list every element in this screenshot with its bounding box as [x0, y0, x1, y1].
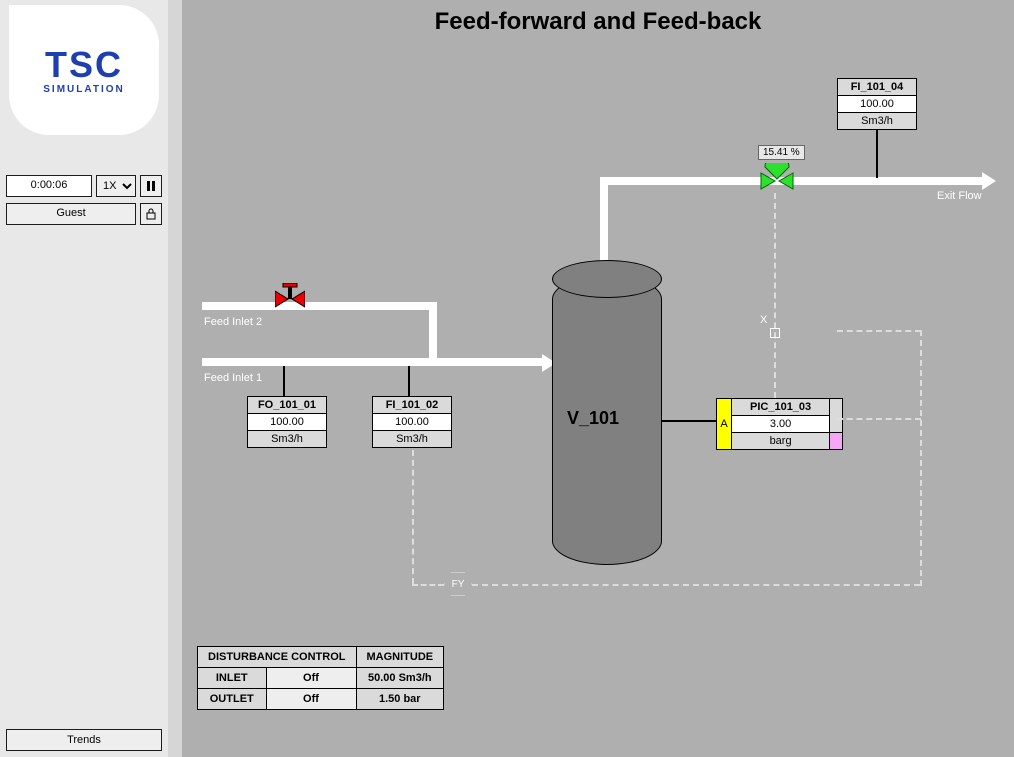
- user-button[interactable]: Guest: [6, 203, 136, 225]
- pic-right-flag: [830, 399, 842, 449]
- signal-line: [412, 584, 444, 586]
- tag-fi-101-04[interactable]: FI_101_04 100.00 Sm3/h: [837, 78, 917, 130]
- vessel-label: V_101: [567, 408, 619, 429]
- valve-green[interactable]: [757, 163, 797, 198]
- valve-percent: 15.41 %: [758, 145, 805, 160]
- dist-hdr2: MAGNITUDE: [356, 647, 444, 668]
- tag-name: FI_101_02: [373, 397, 451, 414]
- sidebar-drag-handle[interactable]: [168, 0, 182, 757]
- tag-unit: barg: [732, 433, 829, 449]
- tag-name: FI_101_04: [838, 79, 916, 96]
- dist-hdr1: DISTURBANCE CONTROL: [198, 647, 357, 668]
- dist-outlet-toggle[interactable]: Off: [266, 689, 356, 710]
- table-row: DISTURBANCE CONTROL MAGNITUDE: [198, 647, 444, 668]
- signal-line: [837, 418, 921, 420]
- dist-mag: 1.50 bar: [356, 689, 444, 710]
- pic-a-flag: A: [717, 399, 731, 449]
- label-exit: Exit Flow: [937, 190, 982, 202]
- signal-line: [920, 330, 922, 586]
- signal-line: [472, 584, 920, 586]
- pipe: [202, 302, 437, 310]
- valve-green-icon: [757, 163, 797, 193]
- stem: [283, 366, 285, 396]
- disturbance-table: DISTURBANCE CONTROL MAGNITUDE INLET Off …: [197, 646, 444, 710]
- valve-red-icon: [275, 283, 305, 311]
- table-row: OUTLET Off 1.50 bar: [198, 689, 444, 710]
- tag-unit: Sm3/h: [838, 113, 916, 129]
- stem: [662, 420, 722, 422]
- tag-value: 100.00: [373, 414, 451, 431]
- vessel-top: [552, 260, 662, 298]
- fy-label: FY: [452, 579, 465, 590]
- pipe: [429, 302, 437, 360]
- fy-block[interactable]: FY: [444, 572, 472, 596]
- label-feed1: Feed Inlet 1: [204, 372, 262, 384]
- tag-unit: Sm3/h: [248, 431, 326, 447]
- stem: [408, 366, 410, 396]
- pause-button[interactable]: [140, 175, 162, 197]
- pipe: [202, 358, 547, 366]
- tag-name: PIC_101_03: [732, 399, 829, 416]
- junction-marker: [770, 328, 780, 338]
- diagram-canvas: Feed-forward and Feed-back Feed Inlet 2 …: [182, 0, 1014, 757]
- sidebar: TSC SIMULATION 0:00:06 1X Guest Trends: [0, 0, 168, 757]
- label-feed2: Feed Inlet 2: [204, 316, 262, 328]
- logo-text-top: TSC: [43, 45, 124, 85]
- dist-inlet-toggle[interactable]: Off: [266, 668, 356, 689]
- tag-name: FO_101_01: [248, 397, 326, 414]
- tag-pic-101-03[interactable]: A PIC_101_03 3.00 barg: [716, 398, 843, 450]
- tag-unit: Sm3/h: [373, 431, 451, 447]
- page-title: Feed-forward and Feed-back: [182, 8, 1014, 36]
- valve-red[interactable]: [275, 283, 305, 307]
- speed-select[interactable]: 1X: [96, 175, 136, 197]
- logo-text-bottom: SIMULATION: [43, 84, 124, 95]
- tag-fi-101-02[interactable]: FI_101_02 100.00 Sm3/h: [372, 396, 452, 448]
- dist-row-label: INLET: [198, 668, 267, 689]
- table-row: INLET Off 50.00 Sm3/h: [198, 668, 444, 689]
- tag-value: 3.00: [732, 416, 829, 433]
- dist-mag: 50.00 Sm3/h: [356, 668, 444, 689]
- stem: [876, 128, 878, 178]
- lock-button[interactable]: [140, 203, 162, 225]
- lock-icon: [145, 208, 157, 220]
- trends-button[interactable]: Trends: [6, 729, 162, 751]
- dist-row-label: OUTLET: [198, 689, 267, 710]
- pause-icon: [146, 181, 156, 191]
- tag-fo-101-01[interactable]: FO_101_01 100.00 Sm3/h: [247, 396, 327, 448]
- arrow-icon: [982, 172, 996, 190]
- pipe: [600, 177, 608, 262]
- logo: TSC SIMULATION: [9, 5, 159, 135]
- signal-line: [412, 450, 414, 584]
- sim-time: 0:00:06: [6, 175, 92, 197]
- tag-value: 100.00: [838, 96, 916, 113]
- x-marker: X: [760, 314, 767, 326]
- signal-line: [837, 330, 921, 332]
- tag-value: 100.00: [248, 414, 326, 431]
- signal-line: [774, 193, 776, 398]
